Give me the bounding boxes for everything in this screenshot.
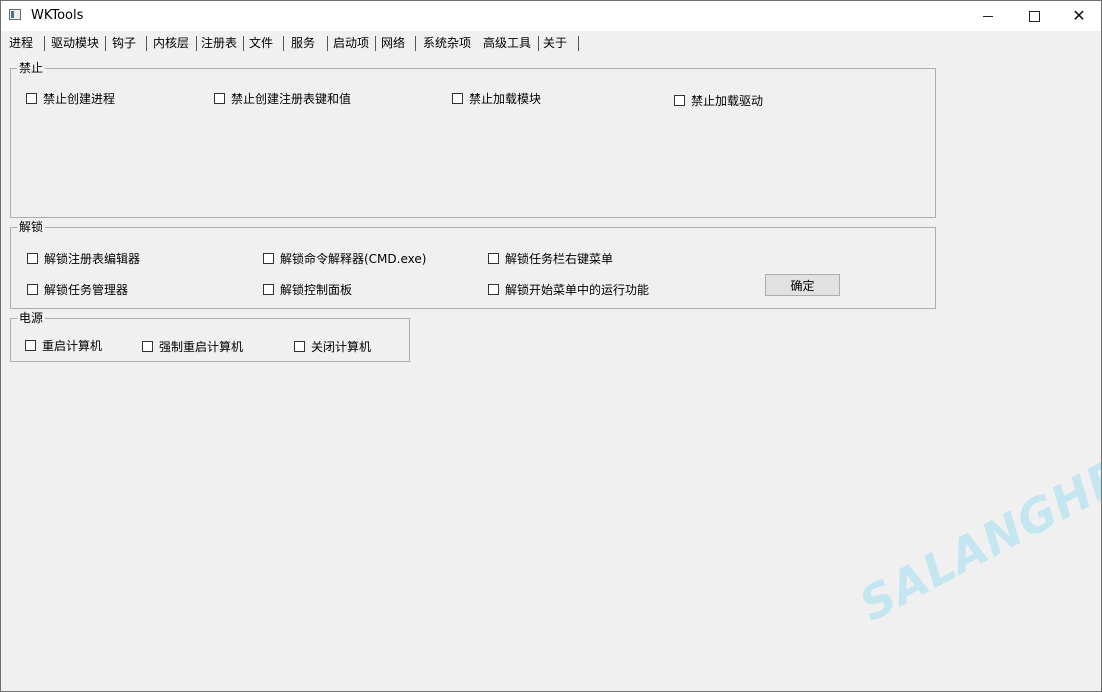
tab-separator (375, 36, 376, 51)
checkbox-box[interactable] (488, 253, 499, 264)
tab-files[interactable]: 文件 (245, 33, 277, 53)
forbid-group: 禁止 禁止创建进程 禁止创建注册表键和值 禁止加载模块 禁止加载驱动 (10, 61, 936, 218)
tab-bar: 进程 驱动模块 钩子 内核层 注册表 文件 服务 启动项 网络 系统杂项 高级工… (1, 32, 1101, 54)
checkbox-box[interactable] (25, 340, 36, 351)
shutdown-computer-checkbox[interactable]: 关闭计算机 (294, 338, 371, 355)
unlock-regedit-checkbox[interactable]: 解锁注册表编辑器 (27, 250, 140, 267)
minimize-icon (983, 15, 993, 17)
restart-computer-checkbox[interactable]: 重启计算机 (25, 337, 102, 354)
tab-separator (146, 36, 147, 51)
unlock-group-title: 解锁 (17, 220, 46, 234)
tab-process[interactable]: 进程 (5, 33, 37, 53)
checkbox-box[interactable] (142, 341, 153, 352)
checkbox-label: 解锁开始菜单中的运行功能 (505, 283, 650, 297)
tab-separator (415, 36, 416, 51)
checkbox-box[interactable] (452, 93, 463, 104)
checkbox-label: 禁止加载模块 (469, 92, 542, 106)
checkbox-box[interactable] (27, 284, 38, 295)
checkbox-box[interactable] (488, 284, 499, 295)
power-group: 电源 重启计算机 强制重启计算机 关闭计算机 (10, 311, 410, 362)
checkbox-box[interactable] (26, 93, 37, 104)
forbid-group-title: 禁止 (17, 61, 46, 75)
tab-advanced-tools[interactable]: 高级工具 (479, 33, 536, 53)
checkbox-label: 关闭计算机 (311, 340, 372, 354)
forbid-load-module-checkbox[interactable]: 禁止加载模块 (452, 90, 541, 107)
unlock-task-manager-checkbox[interactable]: 解锁任务管理器 (27, 281, 128, 298)
app-icon (9, 9, 21, 20)
tab-separator (327, 36, 328, 51)
forbid-load-driver-checkbox[interactable]: 禁止加载驱动 (674, 92, 763, 109)
watermark: SALANGHE (851, 448, 1102, 632)
checkbox-label: 禁止创建进程 (43, 92, 116, 106)
checkbox-box[interactable] (294, 341, 305, 352)
checkbox-label: 禁止加载驱动 (691, 94, 764, 108)
checkbox-box[interactable] (214, 93, 225, 104)
confirm-button[interactable]: 确定 (765, 274, 840, 296)
tab-separator (578, 36, 579, 51)
unlock-control-panel-checkbox[interactable]: 解锁控制面板 (263, 281, 352, 298)
minimize-button[interactable] (965, 1, 1011, 31)
checkbox-box[interactable] (27, 253, 38, 264)
tab-network[interactable]: 网络 (377, 33, 409, 53)
title-bar[interactable]: WKTools ✕ (1, 1, 1101, 31)
tab-separator (105, 36, 106, 51)
maximize-icon (1028, 10, 1040, 22)
unlock-run-function-checkbox[interactable]: 解锁开始菜单中的运行功能 (488, 281, 649, 298)
checkbox-box[interactable] (263, 253, 274, 264)
tab-services[interactable]: 服务 (287, 33, 319, 53)
checkbox-label: 解锁任务管理器 (44, 283, 129, 297)
tab-kernel[interactable]: 内核层 (149, 33, 193, 53)
tab-startup[interactable]: 启动项 (329, 33, 373, 53)
checkbox-label: 强制重启计算机 (159, 340, 244, 354)
tab-driver-modules[interactable]: 驱动模块 (47, 33, 103, 53)
checkbox-box[interactable] (674, 95, 685, 106)
tab-separator (283, 36, 284, 51)
power-group-title: 电源 (17, 311, 46, 325)
maximize-button[interactable] (1011, 1, 1057, 31)
close-button[interactable]: ✕ (1056, 1, 1101, 31)
checkbox-label: 解锁命令解释器(CMD.exe) (280, 252, 427, 266)
app-window: WKTools ✕ 进程 驱动模块 钩子 内核层 注册表 文件 服务 启动项 网… (0, 0, 1102, 692)
tab-separator (243, 36, 244, 51)
forbid-create-process-checkbox[interactable]: 禁止创建进程 (26, 90, 115, 107)
tab-system-misc[interactable]: 系统杂项 (419, 33, 475, 53)
tab-hooks[interactable]: 钩子 (108, 33, 140, 53)
checkbox-label: 解锁控制面板 (280, 283, 353, 297)
tab-about[interactable]: 关于 (539, 33, 571, 53)
forbid-create-registry-checkbox[interactable]: 禁止创建注册表键和值 (214, 90, 351, 107)
tab-registry[interactable]: 注册表 (197, 33, 241, 53)
close-icon: ✕ (1072, 6, 1086, 25)
unlock-group: 解锁 解锁注册表编辑器 解锁命令解释器(CMD.exe) 解锁任务栏右键菜单 解… (10, 220, 936, 309)
checkbox-label: 重启计算机 (42, 339, 103, 353)
checkbox-label: 解锁注册表编辑器 (44, 252, 141, 266)
checkbox-label: 解锁任务栏右键菜单 (505, 252, 614, 266)
checkbox-box[interactable] (263, 284, 274, 295)
window-title: WKTools (31, 8, 84, 23)
unlock-cmd-checkbox[interactable]: 解锁命令解释器(CMD.exe) (263, 250, 426, 267)
checkbox-label: 禁止创建注册表键和值 (231, 92, 352, 106)
tab-separator (44, 36, 45, 51)
unlock-taskbar-menu-checkbox[interactable]: 解锁任务栏右键菜单 (488, 250, 613, 267)
force-restart-checkbox[interactable]: 强制重启计算机 (142, 338, 243, 355)
